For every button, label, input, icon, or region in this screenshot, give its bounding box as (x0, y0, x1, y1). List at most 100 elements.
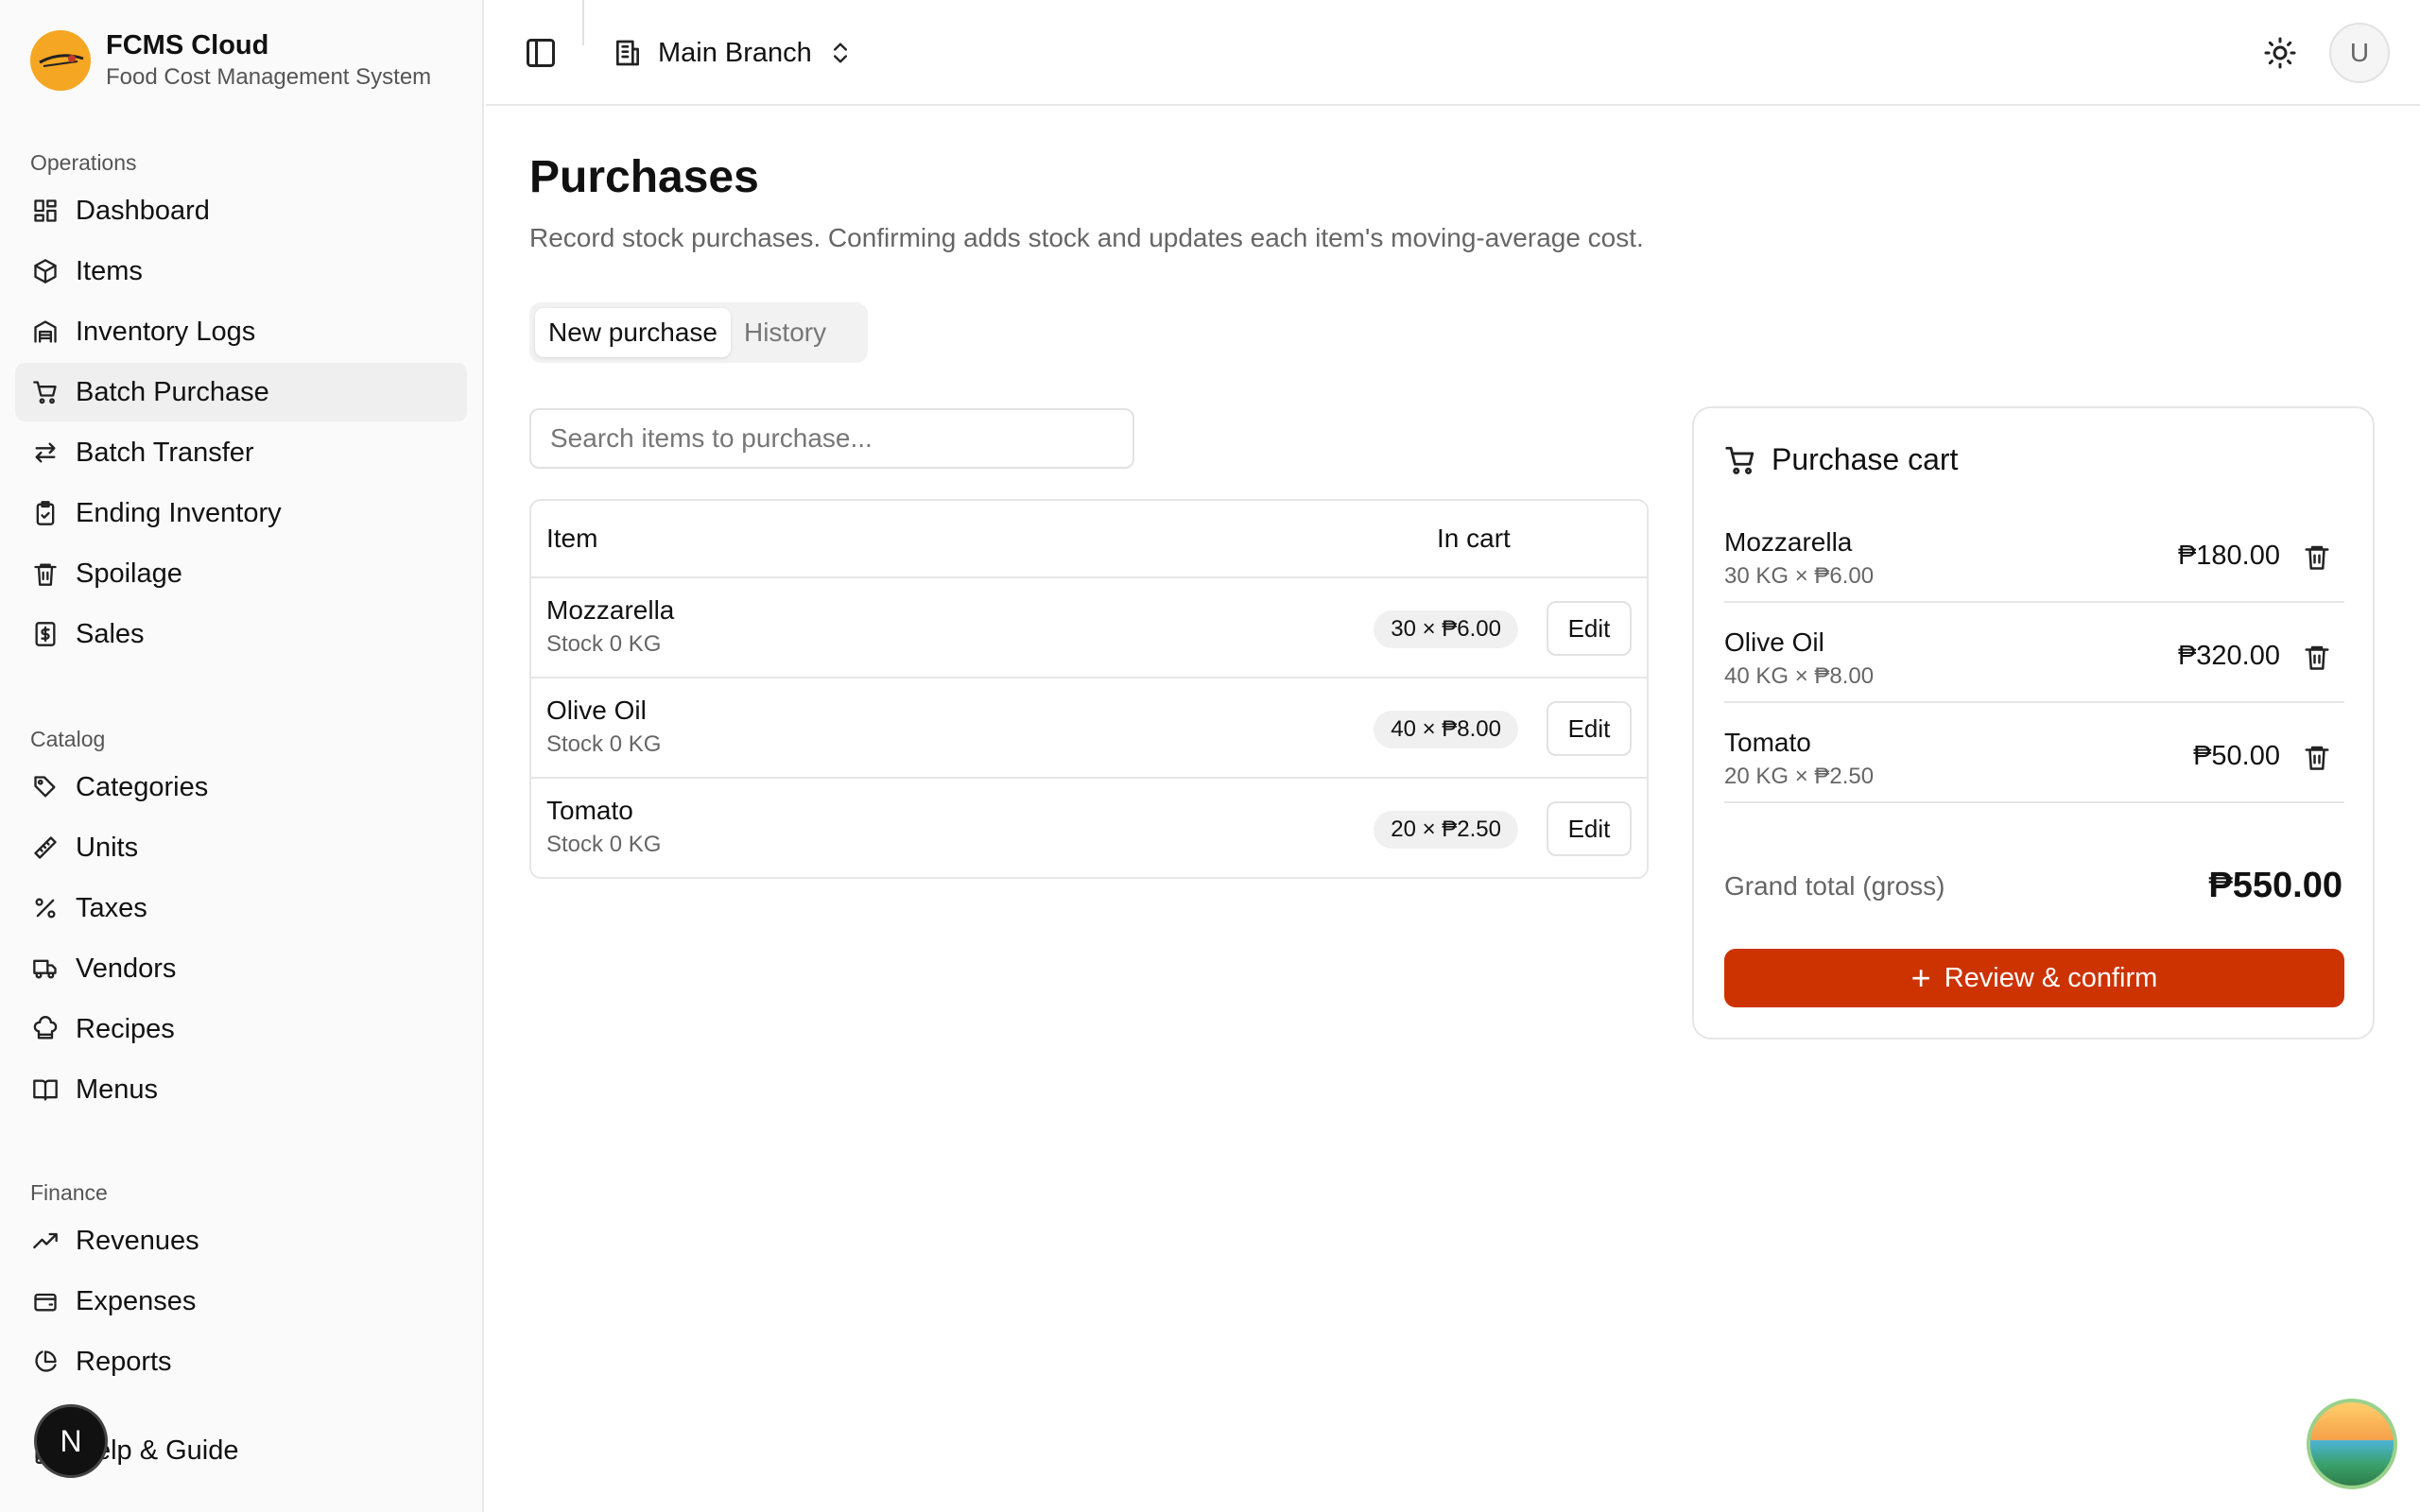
sidebar-item-label: Units (76, 832, 139, 863)
sidebar-item-label: Vendors (76, 953, 177, 984)
sidebar-item-expenses[interactable]: Expenses (15, 1272, 467, 1331)
sidebar-item-categories[interactable]: Categories (15, 758, 467, 816)
column-header-in-cart: In cart (1437, 524, 1511, 553)
cart-item: Mozzarella 30 KG × ₱6.00 ₱180.00 (1724, 503, 2344, 603)
sidebar-item-label: Items (76, 255, 143, 286)
sidebar-item-recipes[interactable]: Recipes (15, 1000, 467, 1058)
cart-title: Purchase cart (1772, 442, 1959, 476)
ruler-icon (30, 833, 60, 863)
in-cart-badge: 40 × ₱8.00 (1374, 711, 1518, 748)
cart-list: Mozzarella 30 KG × ₱6.00 ₱180.00 Olive O… (1724, 503, 2344, 803)
edit-button[interactable]: Edit (1547, 601, 1632, 656)
beach-assistant-icon[interactable] (2307, 1399, 2397, 1489)
brand[interactable]: FCMS Cloud Food Cost Management System (30, 28, 431, 93)
sidebar-item-inventory-logs[interactable]: Inventory Logs (15, 302, 467, 361)
tab-new-purchase[interactable]: New purchase (535, 308, 731, 357)
package-icon (30, 256, 60, 286)
building-icon (613, 38, 643, 68)
review-confirm-button[interactable]: + Review & confirm (1724, 949, 2344, 1007)
user-avatar[interactable]: U (2329, 23, 2390, 83)
sidebar-item-label: Spoilage (76, 558, 182, 589)
theme-toggle-sun-icon[interactable] (2263, 36, 2297, 70)
sidebar-item-label: Inventory Logs (76, 316, 256, 347)
tab-history[interactable]: History (731, 308, 839, 357)
plus-icon: + (1910, 958, 1931, 997)
table-header: Item In cart (531, 501, 1647, 578)
cart-item-detail: 30 KG × ₱6.00 (1724, 563, 1875, 589)
review-confirm-label: Review & confirm (1944, 962, 2158, 993)
cart-item-name: Olive Oil (1724, 627, 1824, 657)
sidebar-item-vendors[interactable]: Vendors (15, 939, 467, 998)
branch-selector[interactable]: Main Branch (613, 28, 854, 77)
sidebar-item-label: Taxes (76, 892, 147, 923)
group-label-finance: Finance (30, 1180, 108, 1205)
cart-item-total: ₱50.00 (2193, 741, 2280, 771)
sidebar-item-reports[interactable]: Reports (15, 1332, 467, 1391)
remove-trash-icon[interactable] (2303, 542, 2331, 571)
sidebar-item-label: Ending Inventory (76, 497, 282, 528)
item-name: Tomato (546, 796, 633, 825)
sidebar-item-units[interactable]: Units (15, 818, 467, 877)
sidebar-item-taxes[interactable]: Taxes (15, 879, 467, 937)
sidebar-item-label: Dashboard (76, 195, 210, 226)
cart-item-total: ₱320.00 (2177, 641, 2280, 671)
grand-total-value: ₱550.00 (2208, 866, 2342, 905)
top-header: Main Branch U (486, 0, 2420, 106)
items-table: Item In cart Mozzarella Stock 0 KG 30 × … (529, 499, 1649, 879)
chef-hat-icon (30, 1014, 60, 1044)
dashboard-icon (30, 196, 60, 226)
item-stock: Stock 0 KG (546, 832, 662, 857)
item-name: Mozzarella (546, 595, 675, 625)
book-open-icon (30, 1074, 60, 1105)
in-cart-badge: 20 × ₱2.50 (1374, 811, 1518, 849)
percent-icon (30, 893, 60, 923)
sidebar-item-ending-inventory[interactable]: Ending Inventory (15, 484, 467, 542)
page-description: Record stock purchases. Confirming adds … (529, 223, 1644, 252)
search-input[interactable] (529, 408, 1134, 469)
sidebar-item-label: Reports (76, 1346, 172, 1377)
cart-item-detail: 40 KG × ₱8.00 (1724, 663, 1875, 689)
item-name: Olive Oil (546, 696, 647, 725)
table-row: Olive Oil Stock 0 KG 40 × ₱8.00 Edit (531, 679, 1647, 779)
sidebar-item-batch-transfer[interactable]: Batch Transfer (15, 423, 467, 482)
edit-button[interactable]: Edit (1547, 801, 1632, 856)
sidebar-item-label: Categories (76, 771, 209, 802)
sidebar-item-label: Recipes (76, 1013, 175, 1044)
nav-group-operations: Operations Dashboard Items Inventory Log… (15, 144, 467, 665)
cart-header: Purchase cart (1724, 442, 1958, 477)
remove-trash-icon[interactable] (2303, 643, 2331, 671)
sidebar-toggle-icon[interactable] (524, 36, 558, 70)
edit-button[interactable]: Edit (1547, 701, 1632, 756)
chevrons-up-down-icon (827, 40, 854, 66)
sidebar-item-sales[interactable]: Sales (15, 605, 467, 663)
cart-item: Tomato 20 KG × ₱2.50 ₱50.00 (1724, 703, 2344, 803)
trending-up-icon (30, 1226, 60, 1256)
tag-icon (30, 772, 60, 802)
sidebar-item-dashboard[interactable]: Dashboard (15, 181, 467, 240)
page-title: Purchases (529, 152, 759, 202)
cart-item-total: ₱180.00 (2177, 541, 2280, 571)
sidebar-item-label: Batch Purchase (76, 376, 269, 407)
sidebar-item-label: Sales (76, 618, 145, 649)
sidebar-item-batch-purchase[interactable]: Batch Purchase (15, 363, 467, 421)
cart-item: Olive Oil 40 KG × ₱8.00 ₱320.00 (1724, 603, 2344, 703)
cart-icon (30, 377, 60, 407)
sidebar-item-spoilage[interactable]: Spoilage (15, 544, 467, 603)
group-label-operations: Operations (30, 150, 137, 175)
in-cart-badge: 30 × ₱6.00 (1374, 610, 1518, 648)
sidebar-item-revenues[interactable]: Revenues (15, 1211, 467, 1270)
dev-tools-badge[interactable]: N (34, 1404, 108, 1478)
sidebar-item-items[interactable]: Items (15, 242, 467, 301)
sidebar-item-menus[interactable]: Menus (15, 1060, 467, 1119)
transfer-icon (30, 438, 60, 468)
warehouse-icon (30, 317, 60, 347)
sidebar-item-label: Expenses (76, 1285, 197, 1316)
purchase-tabs: New purchase History (529, 302, 868, 363)
cart-icon (1725, 446, 1754, 474)
table-row: Mozzarella Stock 0 KG 30 × ₱6.00 Edit (531, 578, 1647, 679)
sidebar-item-label: Batch Transfer (76, 437, 254, 468)
group-label-catalog: Catalog (30, 727, 106, 751)
clipboard-check-icon (30, 498, 60, 528)
remove-trash-icon[interactable] (2303, 743, 2331, 771)
sidebar-item-label: Menus (76, 1074, 159, 1105)
